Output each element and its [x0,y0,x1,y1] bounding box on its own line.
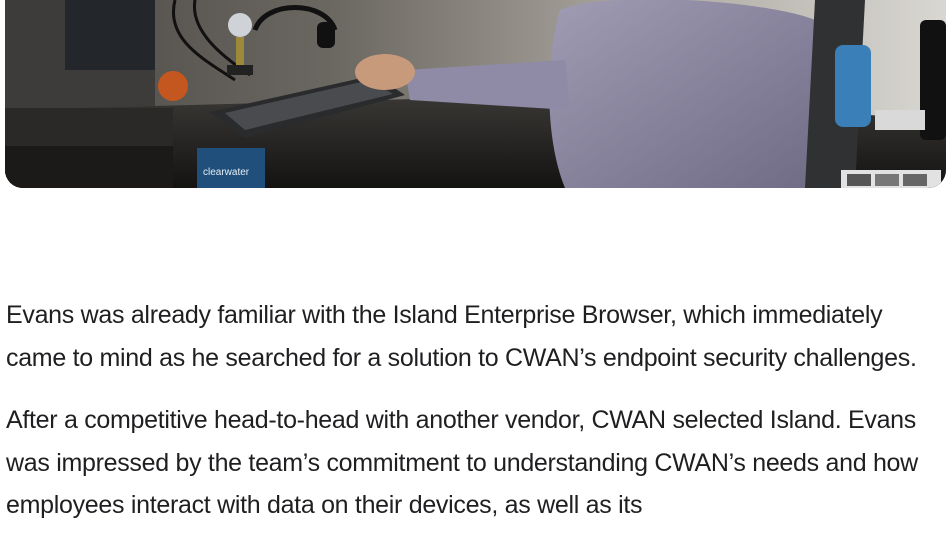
office-photo-illustration: clearwater [5,0,946,188]
hero-image: clearwater [5,0,946,188]
article-body: Evans was already familiar with the Isla… [6,294,942,547]
clearwater-tag: clearwater [203,167,250,178]
article-paragraph: Evans was already familiar with the Isla… [6,301,917,372]
article-paragraph: After a competitive head-to-head with an… [6,406,918,519]
